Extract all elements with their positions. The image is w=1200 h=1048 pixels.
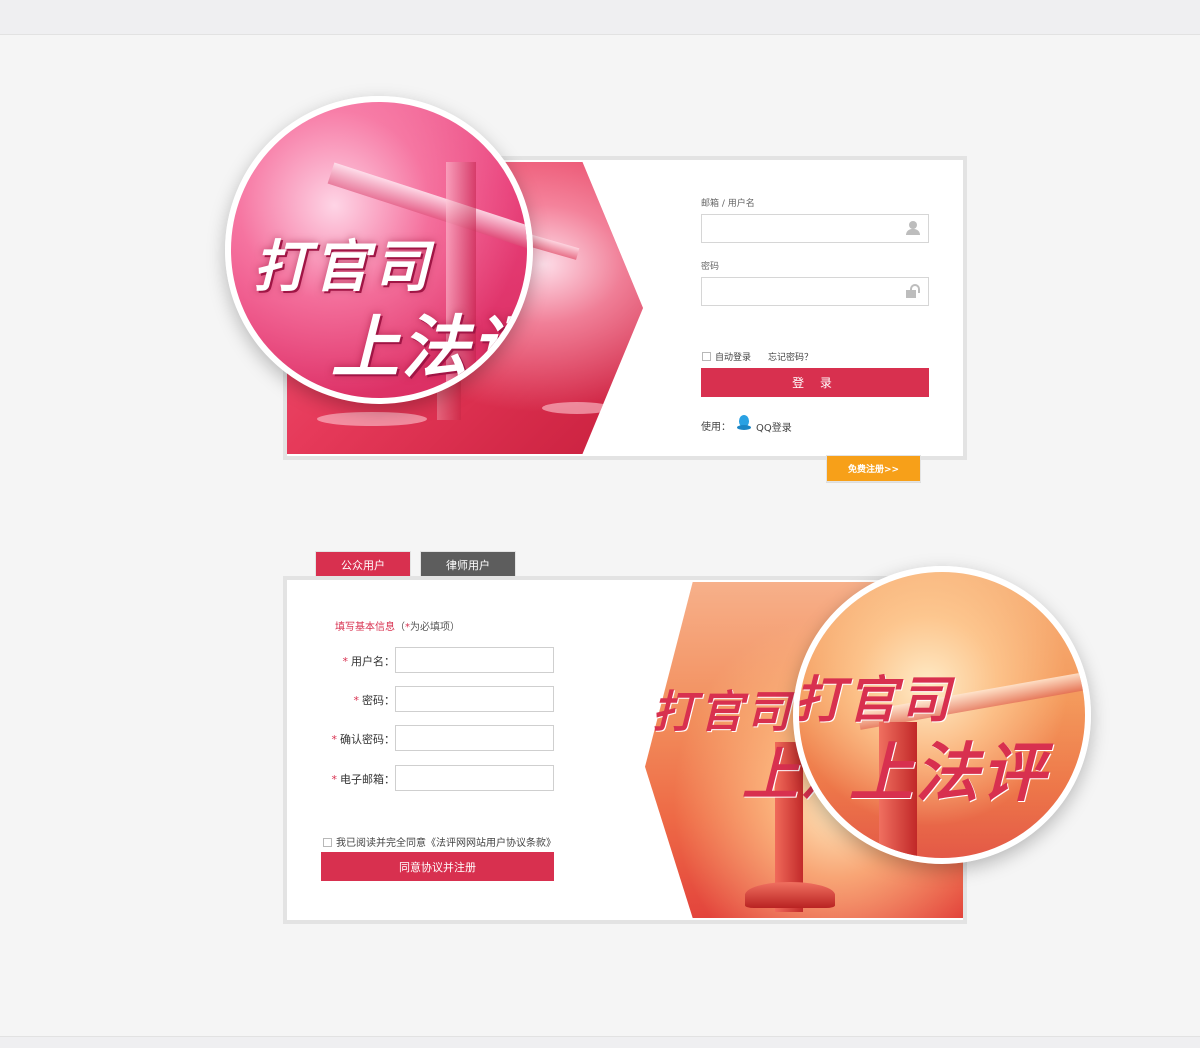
confirm-password-label: 确认密码： — [340, 733, 395, 746]
password-label: 密码 — [701, 262, 720, 272]
form-row-password: * 密码： — [287, 686, 577, 712]
tab-public-user[interactable]: 公众用户 — [315, 551, 411, 578]
scale-pan — [317, 412, 427, 426]
scale-base — [745, 882, 835, 908]
banner-slogan-line1: 打官司 — [253, 234, 433, 300]
required-star: * — [342, 655, 349, 668]
agree-register-button[interactable]: 同意协议并注册 — [321, 852, 554, 881]
banner-slogan-line2: 上法评 — [849, 736, 1047, 811]
email-input[interactable] — [395, 765, 554, 791]
scale-pan — [542, 402, 612, 414]
qq-login-link[interactable]: QQ登录 — [756, 419, 792, 434]
username-label: 邮箱 / 用户名 — [701, 199, 755, 209]
confirm-password-input[interactable] — [395, 725, 554, 751]
form-row-username: * 用户名： — [287, 647, 577, 673]
auto-login-checkbox[interactable] — [702, 352, 711, 361]
banner-magnifier-circle: 打官司 上法评 — [225, 96, 533, 404]
bottom-bar — [0, 1036, 1200, 1048]
lock-icon — [906, 284, 920, 298]
free-register-link[interactable]: 免费注册>> — [826, 455, 921, 482]
required-star: * — [353, 694, 360, 707]
form-title: 填写基本信息 — [335, 622, 395, 633]
username-label: 用户名： — [351, 655, 395, 668]
user-icon — [906, 221, 920, 235]
qq-icon[interactable] — [737, 415, 751, 431]
username-input[interactable] — [395, 647, 554, 673]
tab-lawyer-user[interactable]: 律师用户 — [420, 551, 516, 578]
email-label: 电子邮箱： — [340, 773, 395, 786]
password-input[interactable] — [701, 277, 929, 306]
password-label: 密码： — [362, 694, 395, 707]
agreement-text[interactable]: 我已阅读并完全同意《法评网网站用户协议条款》 — [336, 838, 556, 849]
password-input[interactable] — [395, 686, 554, 712]
agreement-checkbox[interactable] — [323, 838, 332, 847]
login-button[interactable]: 登 录 — [701, 368, 929, 397]
username-input[interactable] — [701, 214, 929, 243]
required-note-open: （ — [395, 622, 405, 633]
required-star: * — [331, 733, 338, 746]
login-form: 邮箱 / 用户名 密码 自动登录 忘记密码？ 登 录 使用： QQ登录 — [701, 160, 941, 456]
required-note: 为必填项） — [410, 622, 460, 633]
auto-login-label: 自动登录 — [715, 353, 752, 363]
use-label: 使用： — [701, 422, 731, 433]
agreement-row: 我已阅读并完全同意《法评网网站用户协议条款》 — [323, 834, 556, 849]
banner-slogan-line2: 上法评 — [331, 308, 533, 388]
banner-magnifier-circle: 打官司 上法评 — [793, 566, 1091, 864]
register-form-title: 填写基本信息（*为必填项） — [335, 618, 460, 633]
top-bar — [0, 0, 1200, 35]
form-row-email: * 电子邮箱： — [287, 765, 577, 791]
required-star: * — [331, 773, 338, 786]
forgot-password-link[interactable]: 忘记密码？ — [768, 350, 813, 363]
form-row-confirm-password: * 确认密码： — [287, 725, 577, 751]
